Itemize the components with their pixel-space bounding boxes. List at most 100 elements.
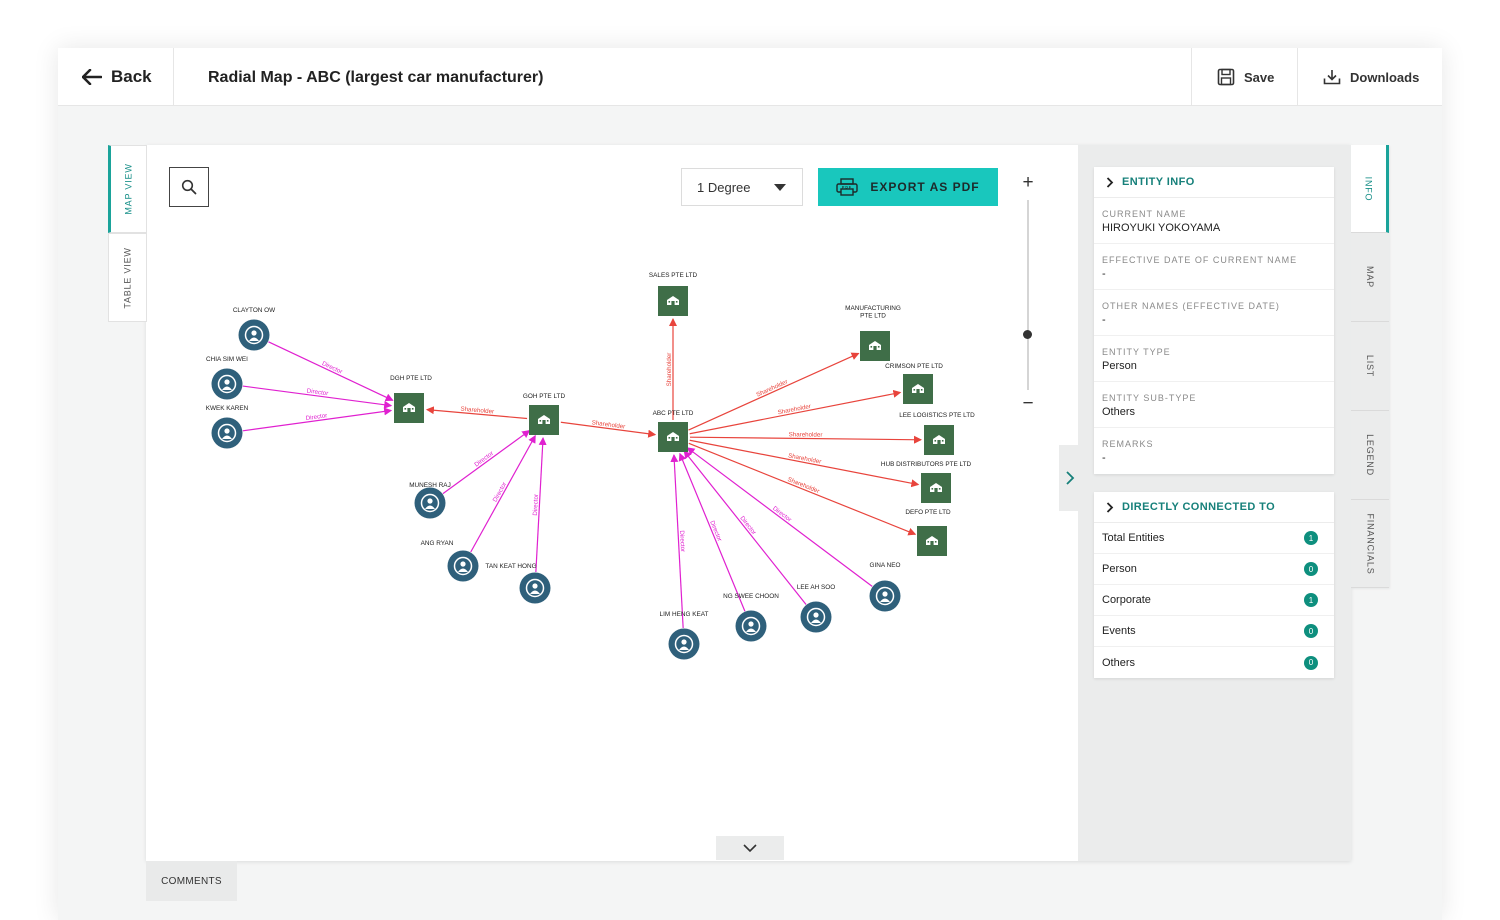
field-effective-date: EFFECTIVE DATE OF CURRENT NAME - [1094, 244, 1334, 290]
node-label: SALES PTE LTD [649, 272, 698, 279]
connected-row-label: Person [1102, 563, 1137, 575]
node-ngswee[interactable] [735, 610, 767, 642]
field-label: REMARKS [1102, 439, 1154, 449]
connected-row-events[interactable]: Events 0 [1094, 616, 1334, 647]
downloads-label: Downloads [1350, 69, 1420, 85]
field-entity-sub-type: ENTITY SUB-TYPE Others [1094, 382, 1334, 428]
node-label: CRIMSON PTE LTD [885, 363, 943, 370]
field-current-name: CURRENT NAME HIROYUKI YOKOYAMA [1094, 198, 1334, 244]
edge-label: Director [305, 412, 327, 422]
node-crimson[interactable] [903, 374, 933, 404]
node-label: HUB DISTRIBUTORS PTE LTD [881, 461, 972, 468]
node-leeah[interactable] [800, 601, 832, 633]
node-label: LEE AH SOO [797, 584, 835, 591]
node-dgh[interactable] [394, 393, 424, 423]
node-label: KWEK KAREN [206, 405, 249, 412]
tab-info[interactable]: INFO [1351, 145, 1389, 233]
count-badge: 1 [1304, 531, 1318, 545]
edge-label: Director [678, 530, 686, 552]
node-limheng[interactable] [668, 628, 700, 660]
tab-legend-label: LEGEND [1365, 434, 1375, 476]
connected-row-label: Events [1102, 625, 1136, 637]
node-label: GINA NEO [870, 562, 901, 569]
connected-row-label: Others [1102, 656, 1136, 669]
node-label: MANUFACTURING [845, 305, 901, 312]
connected-row-corporate[interactable]: Corporate 1 [1094, 585, 1334, 616]
save-button[interactable]: Save [1191, 48, 1297, 106]
connected-row-label: Corporate [1102, 594, 1151, 606]
node-goh[interactable] [529, 405, 559, 435]
comments-label: COMMENTS [161, 875, 222, 887]
node-hub[interactable] [921, 473, 951, 503]
node-label: MUNESH RAJ [409, 482, 451, 489]
field-other-names: OTHER NAMES (EFFECTIVE DATE) - [1094, 290, 1334, 336]
node-kwek[interactable] [211, 417, 243, 449]
field-value: - [1102, 314, 1106, 326]
tab-list-label: LIST [1365, 354, 1375, 378]
field-value: Others [1102, 406, 1136, 418]
edge-label: Director [306, 388, 328, 398]
connected-row-person[interactable]: Person 0 [1094, 554, 1334, 585]
node-tan[interactable] [519, 572, 551, 604]
node-label: DGH PTE LTD [390, 375, 432, 382]
node-defo[interactable] [917, 526, 947, 556]
node-label: PTE LTD [860, 313, 886, 320]
edge-label: Director [321, 360, 344, 376]
connected-row-others[interactable]: Others 0 [1094, 647, 1334, 678]
node-chia[interactable] [211, 368, 243, 400]
edge-label: Shareholder [789, 431, 823, 438]
field-value: - [1102, 452, 1106, 464]
back-label: Back [111, 67, 152, 86]
tab-info-label: INFO [1363, 176, 1374, 201]
edge-label: Shareholder [777, 403, 811, 416]
node-leelog[interactable] [924, 425, 954, 455]
node-label: CHIA SIM WEI [206, 356, 248, 363]
field-remarks: REMARKS - [1094, 428, 1334, 474]
collapse-comments-button[interactable] [716, 836, 784, 860]
connected-panel: DIRECTLY CONNECTED TO Total Entities 1 P… [1094, 492, 1334, 678]
chevron-right-icon [1106, 176, 1114, 188]
expand-panel-button[interactable] [1059, 445, 1080, 511]
downloads-button[interactable]: Downloads [1297, 48, 1442, 106]
entity-info-toggle[interactable]: ENTITY INFO [1094, 167, 1334, 198]
comments-tab[interactable]: COMMENTS [146, 861, 237, 901]
tab-financials-label: FINANCIALS [1365, 512, 1376, 575]
save-label: Save [1244, 69, 1275, 85]
field-label: EFFECTIVE DATE OF CURRENT NAME [1102, 255, 1298, 265]
node-abc[interactable] [658, 422, 688, 452]
field-label: ENTITY SUB-TYPE [1102, 393, 1197, 403]
tab-table-view[interactable]: TABLE VIEW [108, 233, 147, 322]
page-title: Radial Map - ABC (largest car manufactur… [208, 69, 544, 86]
edge-label: Director [473, 450, 495, 468]
tab-table-view-label: TABLE VIEW [122, 246, 133, 309]
field-value: - [1102, 268, 1106, 280]
chevron-down-icon [743, 844, 757, 853]
tab-financials[interactable]: FINANCIALS [1351, 500, 1389, 588]
edge-label: Shareholder [460, 406, 494, 416]
field-label: CURRENT NAME [1102, 209, 1187, 219]
node-ang[interactable] [447, 550, 479, 582]
node-munesh[interactable] [414, 487, 446, 519]
chevron-right-icon [1106, 501, 1114, 513]
connected-toggle[interactable]: DIRECTLY CONNECTED TO [1094, 492, 1334, 523]
node-manu[interactable] [860, 331, 890, 361]
count-badge: 0 [1304, 655, 1318, 670]
count-badge: 0 [1304, 562, 1318, 576]
entity-info-panel: ENTITY INFO CURRENT NAME HIROYUKI YOKOYA… [1094, 167, 1334, 474]
connected-heading: DIRECTLY CONNECTED TO [1122, 501, 1276, 513]
field-entity-type: ENTITY TYPE Person [1094, 336, 1334, 382]
network-graph: Director Director Director Shareholder Direc… [206, 272, 975, 660]
tab-list[interactable]: LIST [1351, 322, 1389, 411]
node-label: GOH PTE LTD [523, 393, 566, 400]
connected-row-total[interactable]: Total Entities 1 [1094, 523, 1334, 554]
node-gina[interactable] [869, 580, 901, 612]
tab-map[interactable]: MAP [1351, 233, 1389, 322]
node-sales[interactable] [658, 286, 688, 316]
node-label: LIM HENG KEAT [660, 611, 709, 618]
node-label: DEFO PTE LTD [905, 509, 951, 516]
field-value: HIROYUKI YOKOYAMA [1102, 222, 1221, 234]
tab-legend[interactable]: LEGEND [1351, 411, 1389, 500]
back-button[interactable]: Back [58, 48, 174, 106]
tab-map-view[interactable]: MAP VIEW [108, 145, 147, 233]
node-clayton[interactable] [238, 319, 270, 351]
